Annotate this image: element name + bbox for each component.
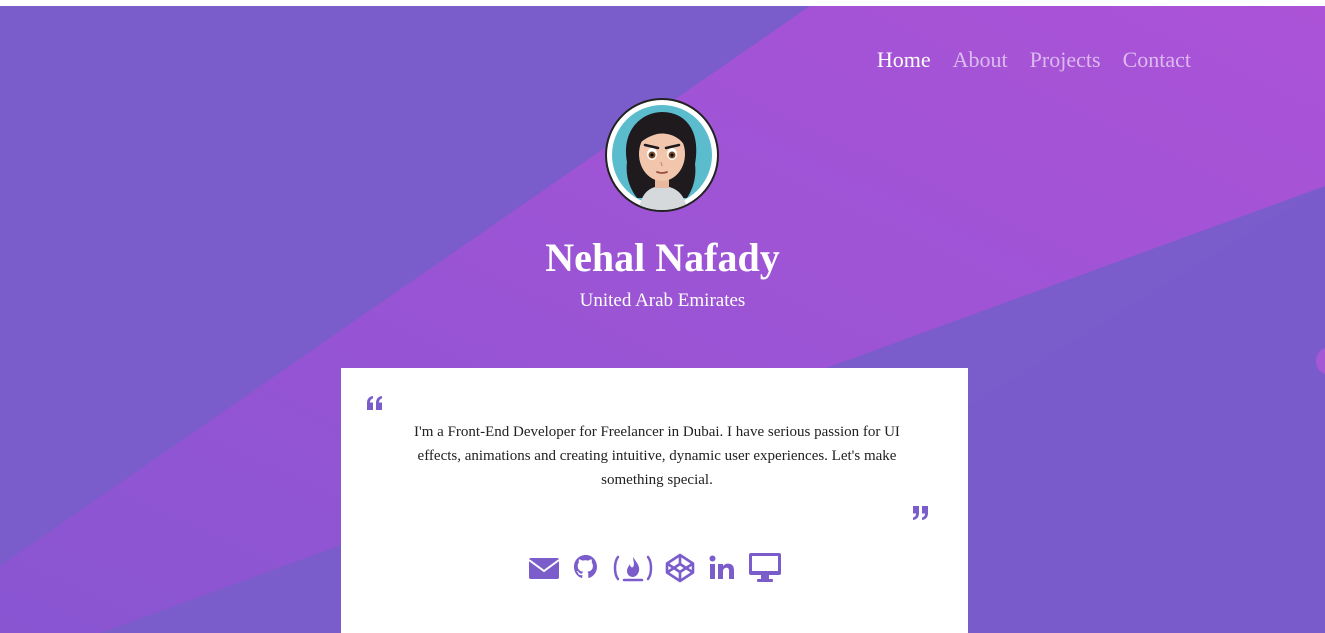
avatar (605, 98, 719, 212)
bio-card: I'm a Front-End Developer for Freelancer… (341, 368, 968, 633)
social-links (341, 552, 968, 584)
nav-about-link[interactable]: About (953, 47, 1008, 73)
freecodecamp-icon[interactable] (612, 552, 654, 584)
quote-right-icon (912, 506, 928, 525)
cartoon-avatar-icon (612, 105, 712, 210)
codepen-icon[interactable] (664, 552, 696, 584)
quote-left-icon (367, 396, 383, 415)
linkedin-icon[interactable] (706, 552, 738, 584)
nav-projects-link[interactable]: Projects (1030, 47, 1101, 73)
nav-contact-link[interactable]: Contact (1123, 47, 1191, 73)
bio-text: I'm a Front-End Developer for Freelancer… (414, 424, 900, 488)
desktop-icon[interactable] (748, 552, 782, 584)
github-icon[interactable] (570, 552, 602, 584)
profile-location: United Arab Emirates (579, 290, 746, 311)
nav-home-link[interactable]: Home (877, 47, 931, 73)
main-nav: Home About Projects Contact (877, 47, 1191, 73)
profile-name: Nehal Nafady (545, 235, 780, 280)
envelope-icon[interactable] (527, 552, 560, 584)
